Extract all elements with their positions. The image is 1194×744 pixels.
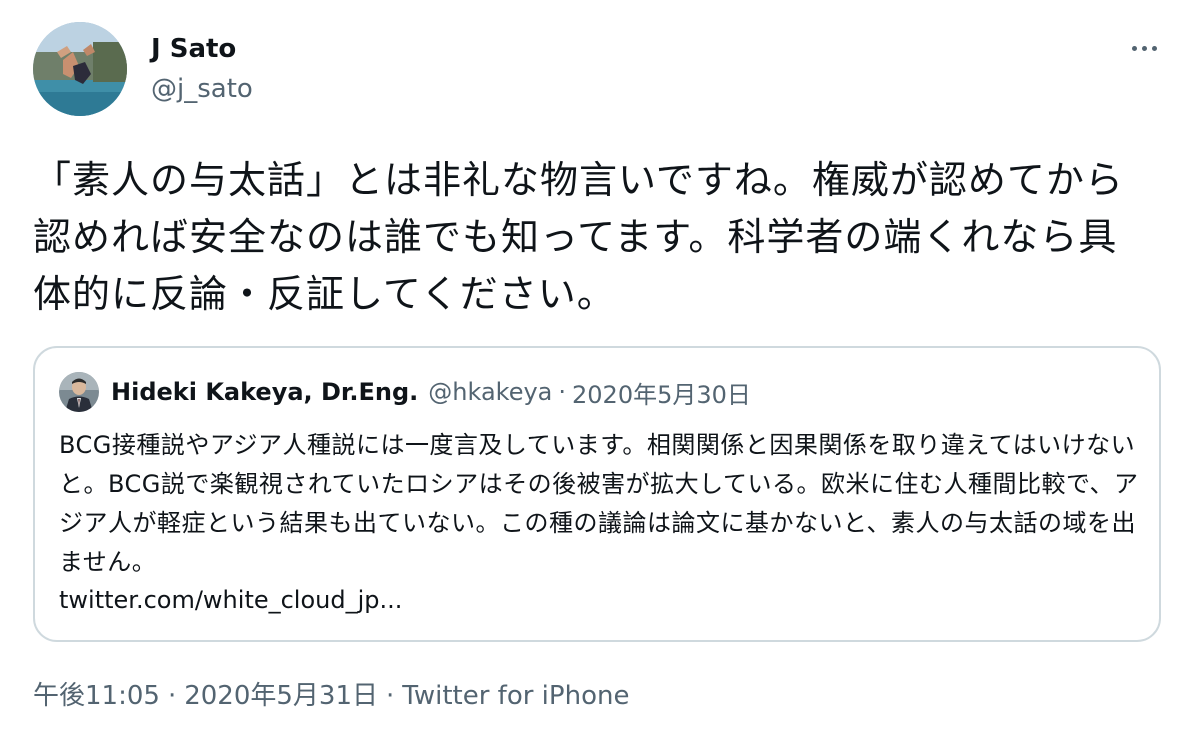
quoted-separator: · — [558, 378, 567, 406]
meta-separator: · — [167, 681, 177, 711]
author-avatar[interactable] — [33, 22, 127, 116]
tweet: J Sato @j_sato 「素人の与太話」とは非礼な物言いですね。権威が認め… — [0, 0, 1194, 744]
tweet-metadata: 午後11:05 · 2020年5月31日 · Twitter for iPhon… — [33, 680, 629, 712]
quoted-header: Hideki Kakeya, Dr.Eng. @hkakeya · 2020年5… — [111, 375, 751, 410]
more-options-button[interactable] — [1124, 34, 1164, 62]
tweet-source[interactable]: Twitter for iPhone — [402, 680, 629, 712]
quoted-author-avatar[interactable] — [59, 372, 99, 412]
quoted-tweet-card[interactable]: Hideki Kakeya, Dr.Eng. @hkakeya · 2020年5… — [33, 346, 1161, 642]
quoted-link[interactable]: twitter.com/white_cloud_jp... — [59, 584, 402, 616]
avatar-photo-icon — [33, 22, 127, 116]
author-handle[interactable]: @j_sato — [151, 74, 253, 104]
meta-separator: · — [386, 681, 395, 711]
tweet-time[interactable]: 午後11:05 — [33, 680, 160, 712]
author-name[interactable]: J Sato — [151, 34, 236, 64]
quoted-tweet-text: BCG接種説やアジア人種説には一度言及しています。相関関係と因果関係を取り違えて… — [59, 431, 1139, 576]
quoted-author-name[interactable]: Hideki Kakeya, Dr.Eng. — [111, 378, 418, 406]
more-horizontal-icon — [1131, 45, 1137, 51]
avatar-photo-icon — [59, 372, 99, 412]
quoted-author-handle[interactable]: @hkakeya — [428, 378, 552, 406]
tweet-date[interactable]: 2020年5月31日 — [184, 680, 378, 712]
tweet-text: 「素人の与太話」とは非礼な物言いですね。権威が認めてから認めれば安全なのは誰でも… — [33, 158, 1124, 316]
quoted-date[interactable]: 2020年5月30日 — [572, 375, 751, 410]
